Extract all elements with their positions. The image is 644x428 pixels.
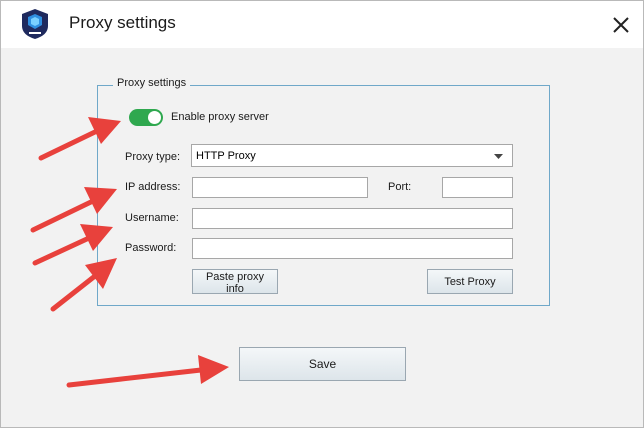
proxy-type-label: Proxy type: <box>125 151 181 163</box>
window-title: Proxy settings <box>69 13 176 32</box>
port-label: Port: <box>388 181 412 193</box>
app-logo-icon <box>22 9 48 39</box>
paste-proxy-info-button[interactable]: Paste proxy info <box>192 269 278 295</box>
arrow-save <box>66 367 204 388</box>
username-label: Username: <box>125 212 179 224</box>
ip-address-input[interactable] <box>192 177 368 198</box>
group-legend: Proxy settings <box>113 77 191 89</box>
enable-proxy-label: Enable proxy server <box>171 111 269 123</box>
toggle-knob <box>148 111 161 124</box>
port-input[interactable] <box>442 177 513 198</box>
proxy-type-value: HTTP Proxy <box>196 150 256 162</box>
ip-address-label: IP address: <box>125 181 181 193</box>
proxy-type-select[interactable]: HTTP Proxy <box>191 144 513 167</box>
arrow-toggle <box>38 128 100 161</box>
password-label: Password: <box>125 242 177 254</box>
chevron-down-icon <box>494 154 503 159</box>
test-proxy-button[interactable]: Test Proxy <box>427 269 513 294</box>
proxy-settings-window: Proxy settings Proxy settings Enable pro… <box>0 0 644 428</box>
arrow-save-head <box>198 355 229 384</box>
arrow-ip <box>30 198 96 233</box>
enable-proxy-toggle[interactable] <box>129 109 163 126</box>
password-input[interactable] <box>192 238 513 259</box>
title-bar: Proxy settings <box>1 1 643 48</box>
close-icon[interactable] <box>607 11 635 39</box>
username-input[interactable] <box>192 208 513 229</box>
save-button[interactable]: Save <box>239 347 406 381</box>
arrow-username <box>32 235 92 266</box>
arrow-password <box>50 273 98 312</box>
